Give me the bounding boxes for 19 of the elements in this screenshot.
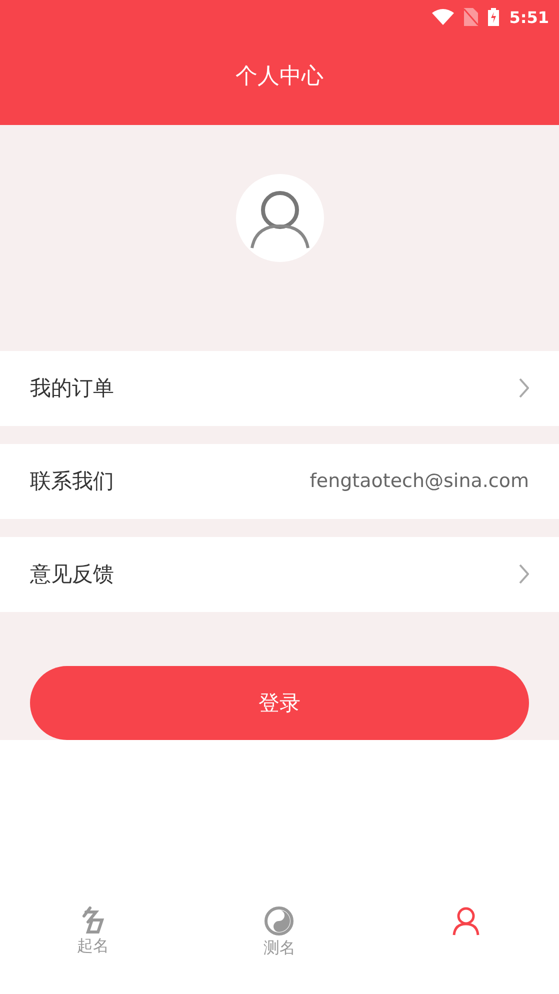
avatar-icon[interactable]	[236, 174, 324, 262]
menu-label: 我的订单	[30, 375, 114, 402]
menu-row[interactable]: 意见反馈	[0, 536, 559, 612]
page-title: 个人中心	[236, 62, 324, 90]
menu-label: 联系我们	[30, 468, 114, 496]
chevron-right-icon	[519, 378, 529, 398]
login-button[interactable]: 登录	[30, 666, 529, 740]
menu-row[interactable]: 联系我们 fengtaotech@sina.com	[0, 444, 559, 519]
email-text: fengtaotech@sina.com	[310, 470, 529, 492]
menu-label: 意见反馈	[30, 561, 114, 588]
no-sim-icon	[464, 8, 478, 26]
status-time: 5:51	[509, 8, 549, 26]
person-icon	[450, 906, 481, 936]
battery-charging-icon	[488, 8, 500, 26]
menu-row[interactable]: 我的订单	[0, 350, 559, 426]
calligraphy-icon	[80, 906, 106, 934]
chevron-right-icon	[519, 564, 529, 584]
yin-yang-icon	[264, 906, 294, 936]
wifi-icon	[432, 9, 454, 25]
